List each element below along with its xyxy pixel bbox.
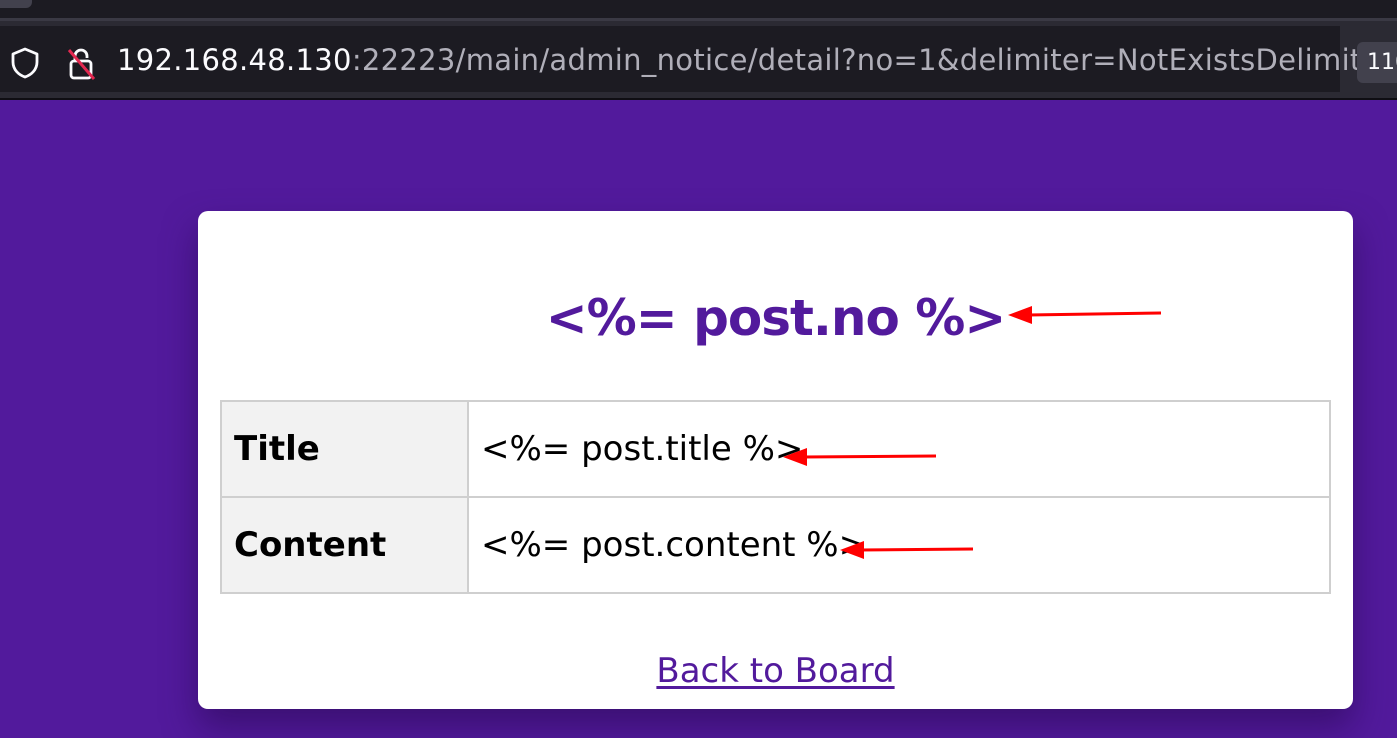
table-row: Title <%= post.title %>: [220, 400, 1331, 498]
url-text[interactable]: 192.168.48.130:22223/main/admin_notice/d…: [117, 43, 1392, 77]
back-link-container: Back to Board: [198, 651, 1353, 691]
table-row: Content <%= post.content %>: [220, 496, 1331, 594]
page-background: <%= post.no %> Title <%= post.title %> C…: [0, 100, 1397, 738]
content-label: Content: [220, 496, 469, 594]
zoom-level-badge[interactable]: 110: [1357, 42, 1397, 83]
tab[interactable]: [0, 0, 32, 8]
back-to-board-link[interactable]: Back to Board: [656, 651, 894, 691]
title-value: <%= post.title %>: [467, 400, 1331, 498]
notice-card: <%= post.no %> Title <%= post.title %> C…: [198, 211, 1353, 709]
browser-toolbar: 192.168.48.130:22223/main/admin_notice/d…: [0, 18, 1397, 100]
url-host: 192.168.48.130: [117, 43, 352, 77]
content-value: <%= post.content %>: [467, 496, 1331, 594]
title-label: Title: [220, 400, 469, 498]
address-bar[interactable]: 192.168.48.130:22223/main/admin_notice/d…: [0, 26, 1392, 92]
post-number-heading: <%= post.no %>: [545, 289, 1006, 347]
shield-icon[interactable]: [8, 46, 42, 80]
url-path: :22223/main/admin_notice/detail?no=1&del…: [351, 43, 1392, 77]
notice-detail-table: Title <%= post.title %> Content <%= post…: [220, 400, 1331, 594]
insecure-lock-icon[interactable]: [62, 44, 100, 82]
tab-strip: [0, 0, 1397, 18]
